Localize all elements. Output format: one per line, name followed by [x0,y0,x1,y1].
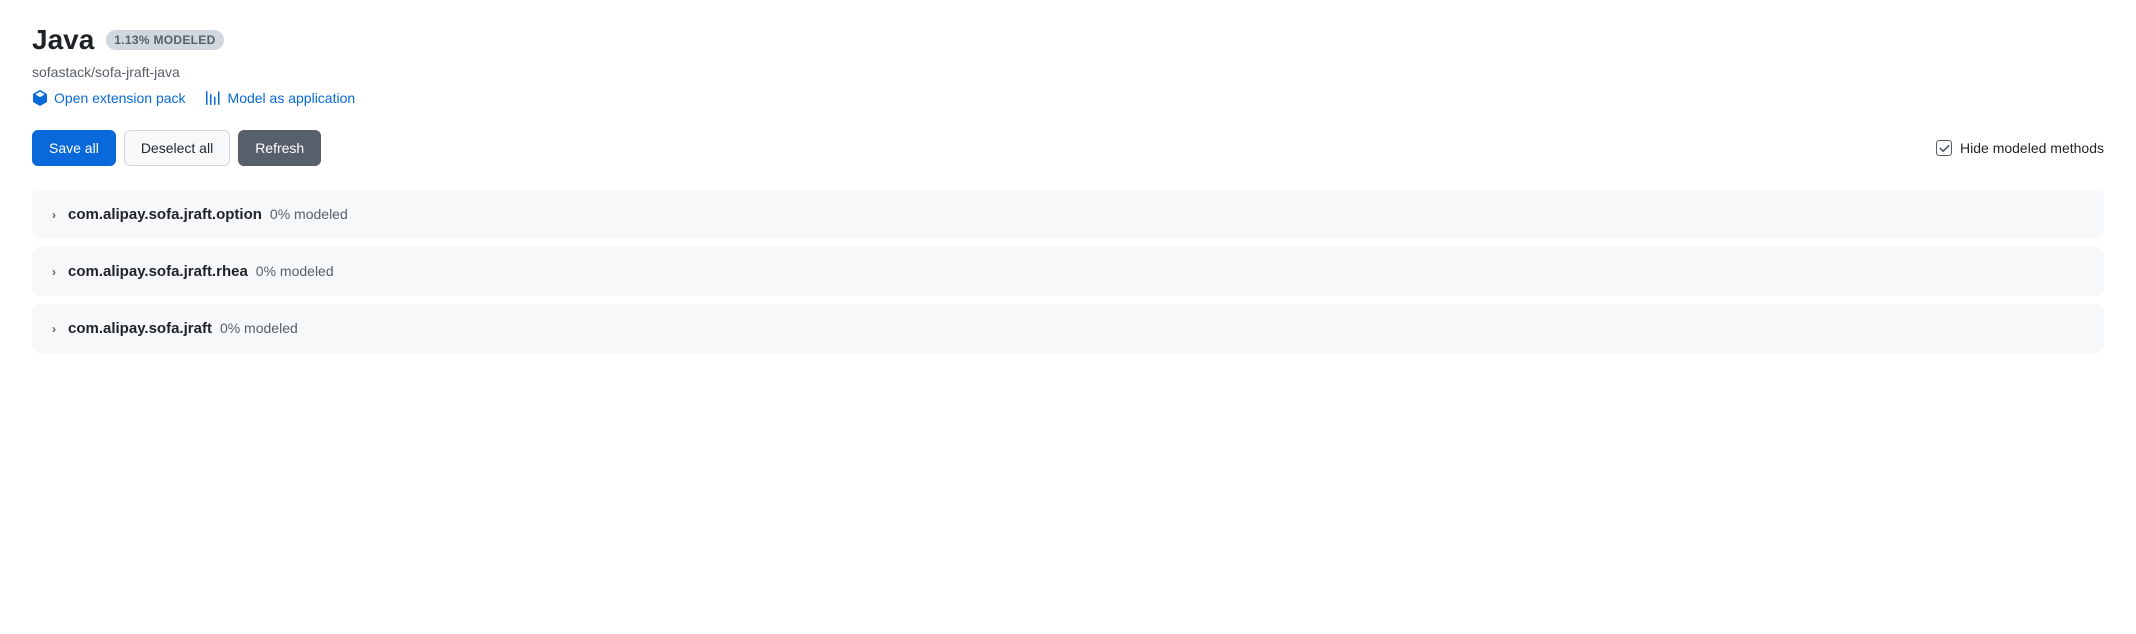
graph-icon [206,90,222,106]
header-row: Java 1.13% MODELED [32,24,2104,56]
repo-path: sofastack/sofa-jraft-java [32,64,2104,80]
model-as-application-link[interactable]: Model as application [206,90,356,106]
package-name: com.alipay.sofa.jraft0% modeled [68,320,298,337]
hide-modeled-text: Hide modeled methods [1960,140,2104,156]
modeled-badge: 1.13% MODELED [106,30,223,50]
toolbar-right: Hide modeled methods [1936,140,2104,156]
model-as-application-label: Model as application [228,90,356,106]
hide-modeled-checkbox[interactable] [1936,140,1952,156]
open-extension-pack-label: Open extension pack [54,90,186,106]
hide-modeled-label[interactable]: Hide modeled methods [1936,140,2104,156]
package-modeled-pct: 0% modeled [256,263,334,279]
chevron-right-icon: › [52,322,56,336]
save-all-button[interactable]: Save all [32,130,116,166]
deselect-all-button[interactable]: Deselect all [124,130,230,166]
refresh-button[interactable]: Refresh [238,130,321,166]
package-row[interactable]: › com.alipay.sofa.jraft0% modeled [32,304,2104,353]
package-icon [32,90,48,106]
toolbar-left: Save all Deselect all Refresh [32,130,321,166]
package-modeled-pct: 0% modeled [270,206,348,222]
links-row: Open extension pack Model as application [32,90,2104,106]
package-row[interactable]: › com.alipay.sofa.jraft.rhea0% modeled [32,247,2104,296]
package-modeled-pct: 0% modeled [220,320,298,336]
package-name: com.alipay.sofa.jraft.option0% modeled [68,206,348,223]
toolbar-row: Save all Deselect all Refresh Hide model… [32,130,2104,166]
package-name: com.alipay.sofa.jraft.rhea0% modeled [68,263,334,280]
page-title: Java [32,24,94,56]
chevron-right-icon: › [52,208,56,222]
chevron-right-icon: › [52,265,56,279]
open-extension-pack-link[interactable]: Open extension pack [32,90,186,106]
packages-list: › com.alipay.sofa.jraft.option0% modeled… [32,190,2104,353]
package-row[interactable]: › com.alipay.sofa.jraft.option0% modeled [32,190,2104,239]
